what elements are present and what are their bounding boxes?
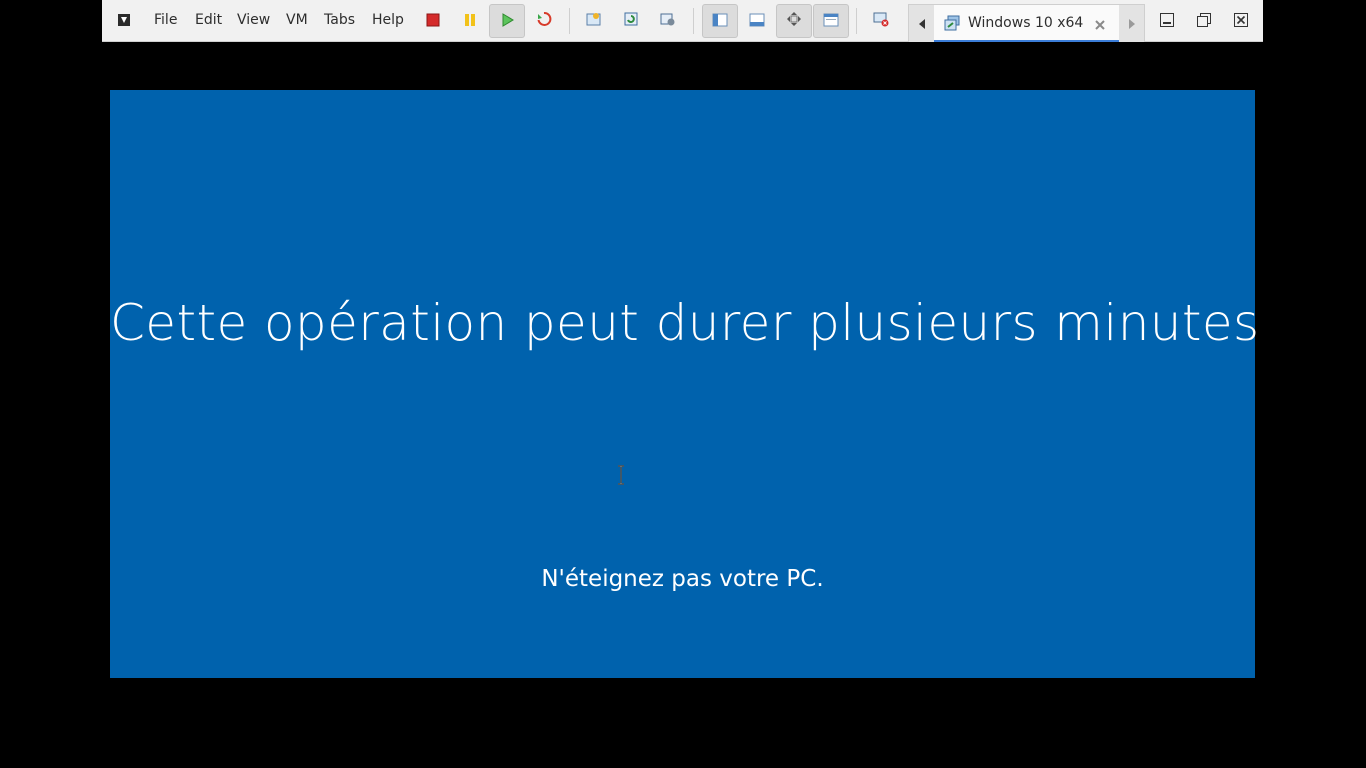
setup-submessage: N'éteignez pas votre PC. — [541, 566, 824, 592]
thumbnail-bar-icon — [749, 12, 765, 31]
suspend-icon — [463, 12, 477, 31]
tab-scroll-right-button[interactable] — [1119, 5, 1144, 42]
power-on-icon — [500, 12, 514, 31]
disconnect-button[interactable] — [863, 4, 899, 38]
chevron-right-icon — [1128, 14, 1135, 33]
suspend-button[interactable] — [452, 4, 488, 38]
thumbnail-bar-button[interactable] — [739, 4, 775, 38]
revert-snapshot-button[interactable] — [613, 4, 649, 38]
unity-button[interactable] — [813, 4, 849, 38]
chevron-left-icon — [918, 14, 925, 33]
disconnect-icon — [873, 11, 889, 31]
close-icon — [1233, 13, 1249, 32]
snapshot-manager-button[interactable] — [650, 4, 686, 38]
reset-button[interactable] — [526, 4, 562, 38]
vm-display[interactable]: Cette opération peut durer plusieurs min… — [110, 90, 1260, 678]
tab-close-icon[interactable] — [1094, 16, 1106, 35]
tab-title: Windows 10 x64 — [968, 15, 1084, 31]
menu-edit[interactable]: Edit — [195, 11, 222, 29]
sidebar-icon — [712, 12, 728, 31]
maximize-button[interactable] — [1196, 12, 1212, 28]
tab-windows-10-x64[interactable]: Windows 10 x64 — [934, 5, 1119, 42]
close-window-button[interactable] — [1233, 12, 1249, 28]
vmware-toolbar: File Edit View VM Tabs Help Windows 10 x… — [102, 0, 1263, 42]
setup-message: Cette opération peut durer plusieurs min… — [110, 294, 1260, 352]
fullscreen-button[interactable] — [776, 4, 812, 38]
minimize-button[interactable] — [1159, 12, 1175, 28]
text-cursor-icon — [616, 465, 626, 485]
minimize-icon — [1159, 13, 1175, 32]
menu-tabs[interactable]: Tabs — [324, 11, 355, 29]
menu-view[interactable]: View — [237, 11, 270, 29]
snapshot-icon — [586, 11, 602, 31]
snapshot-button[interactable] — [576, 4, 612, 38]
menu-vm[interactable]: VM — [286, 11, 308, 29]
power-on-button[interactable] — [489, 4, 525, 38]
snapshot-manager-icon — [660, 11, 676, 31]
tab-strip: Windows 10 x64 — [908, 4, 1145, 42]
vm-tab-icon — [944, 15, 960, 35]
fullscreen-icon — [786, 11, 802, 31]
maximize-icon — [1196, 13, 1212, 32]
toolbar-separator — [856, 8, 857, 34]
unity-icon — [823, 12, 839, 31]
power-off-icon — [426, 12, 440, 31]
menu-file[interactable]: File — [154, 11, 177, 29]
toolbar-separator — [693, 8, 694, 34]
revert-snapshot-icon — [623, 11, 639, 31]
pin-icon[interactable] — [116, 12, 132, 28]
reset-icon — [536, 11, 552, 31]
toolbar-separator — [569, 8, 570, 34]
sidebar-toggle-button[interactable] — [702, 4, 738, 38]
power-off-button[interactable] — [415, 4, 451, 38]
tab-scroll-left-button[interactable] — [909, 5, 934, 42]
menu-help[interactable]: Help — [372, 11, 404, 29]
